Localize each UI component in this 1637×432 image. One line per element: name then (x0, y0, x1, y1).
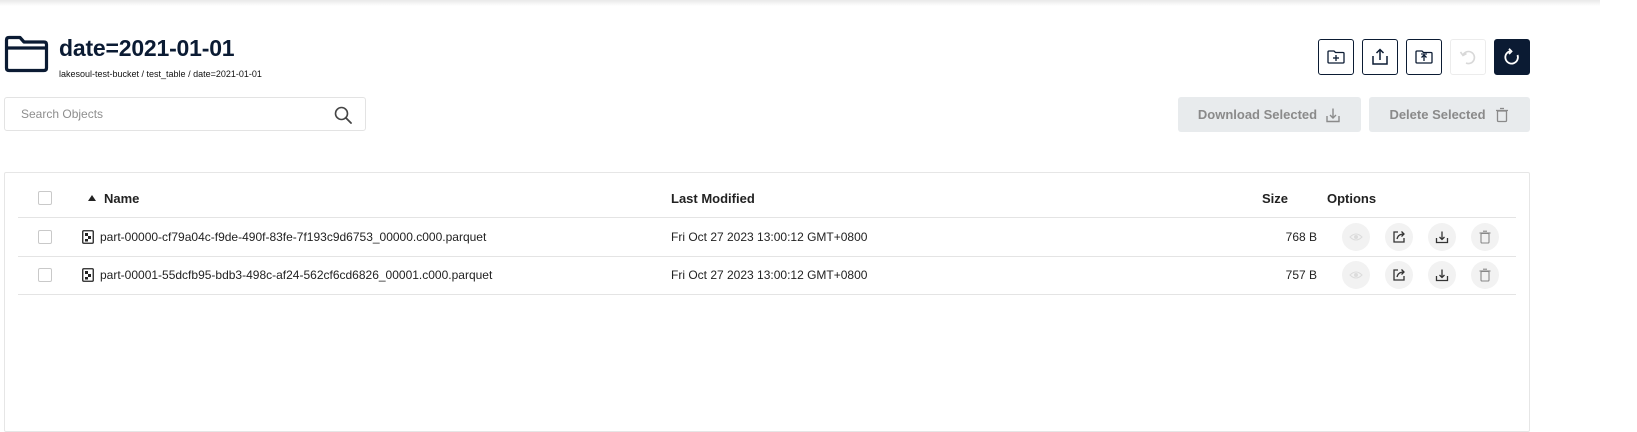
search-icon[interactable] (334, 106, 352, 124)
sort-ascending-icon[interactable] (88, 195, 96, 201)
select-all-checkbox[interactable] (38, 191, 52, 205)
file-size: 757 B (1285, 268, 1317, 282)
upload-folder-button[interactable] (1406, 39, 1442, 75)
download-icon (1435, 269, 1449, 282)
row-checkbox[interactable] (38, 268, 52, 282)
file-size: 768 B (1285, 230, 1317, 244)
scrollbar-track[interactable] (1600, 0, 1637, 427)
file-icon (82, 230, 94, 244)
search-box (4, 97, 366, 131)
column-header-size[interactable]: Size (1262, 191, 1288, 206)
search-input[interactable] (19, 106, 323, 122)
share-icon (1393, 231, 1405, 243)
download-icon (1326, 108, 1340, 122)
upload-file-button[interactable] (1362, 39, 1398, 75)
row-checkbox[interactable] (38, 230, 52, 244)
download-icon (1435, 231, 1449, 244)
file-name[interactable]: part-00000-cf79a04c-f9de-490f-83fe-7f193… (100, 230, 486, 244)
download-button[interactable] (1428, 261, 1456, 289)
create-folder-button[interactable] (1318, 39, 1354, 75)
last-modified: Fri Oct 27 2023 13:00:12 GMT+0800 (671, 268, 868, 282)
objects-table (4, 172, 1530, 432)
delete-button[interactable] (1471, 261, 1499, 289)
delete-selected-label: Delete Selected (1389, 107, 1486, 122)
delete-selected-button[interactable]: Delete Selected (1369, 97, 1530, 132)
delete-button[interactable] (1471, 223, 1499, 251)
breadcrumb[interactable]: lakesoul-test-bucket / test_table / date… (59, 69, 262, 79)
share-icon (1393, 269, 1405, 281)
trash-icon (1495, 107, 1508, 122)
column-header-last-modified[interactable]: Last Modified (671, 191, 755, 206)
download-button[interactable] (1428, 223, 1456, 251)
row-divider (18, 294, 1516, 295)
refresh-icon (1504, 48, 1519, 65)
eye-icon (1349, 271, 1363, 279)
upload-folder-icon (1415, 50, 1433, 64)
preview-button[interactable] (1342, 223, 1370, 251)
refresh-button[interactable] (1494, 39, 1530, 75)
file-name[interactable]: part-00001-55dcfb95-bdb3-498c-af24-562cf… (100, 268, 492, 282)
file-icon (82, 268, 94, 282)
share-button[interactable] (1385, 223, 1413, 251)
top-bar-shadow (0, 0, 1600, 6)
column-header-options: Options (1327, 191, 1377, 206)
preview-button[interactable] (1342, 261, 1370, 289)
rewind-button[interactable] (1450, 39, 1486, 75)
eye-icon (1349, 233, 1363, 241)
folder-icon (4, 35, 49, 73)
download-selected-label: Download Selected (1197, 107, 1318, 122)
upload-file-icon (1372, 48, 1388, 65)
header-divider (18, 217, 1516, 218)
create-folder-icon (1327, 50, 1345, 64)
column-header-name[interactable]: Name (104, 191, 139, 206)
page-title: date=2021-01-01 (59, 35, 235, 61)
trash-icon (1479, 268, 1491, 282)
row-divider (18, 256, 1516, 257)
last-modified: Fri Oct 27 2023 13:00:12 GMT+0800 (671, 230, 868, 244)
trash-icon (1479, 230, 1491, 244)
share-button[interactable] (1385, 261, 1413, 289)
download-selected-button[interactable]: Download Selected (1178, 97, 1361, 132)
rewind-icon (1459, 50, 1476, 65)
